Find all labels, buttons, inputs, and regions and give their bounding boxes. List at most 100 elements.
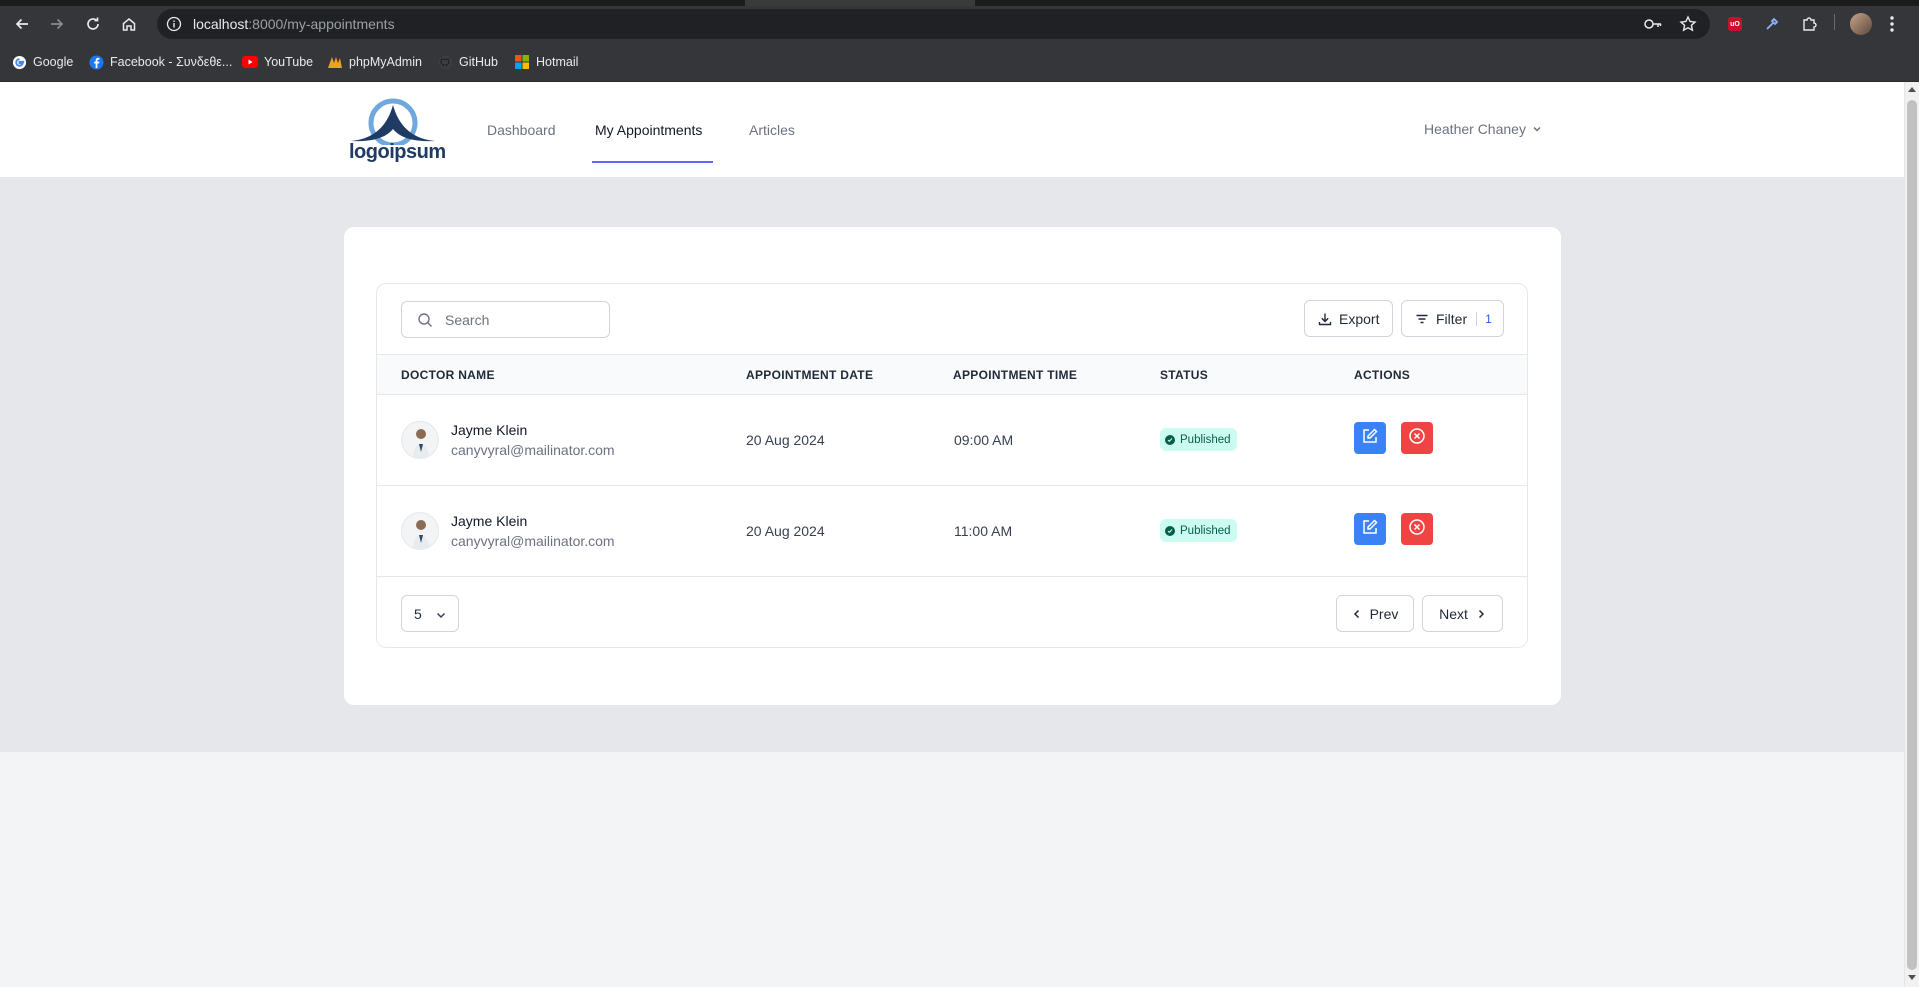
search-input[interactable] — [445, 302, 605, 337]
per-page-select[interactable]: 5 — [401, 595, 459, 632]
bookmarks-bar: Google Facebook - Συνδεθε... YouTube php… — [0, 42, 1919, 82]
home-icon[interactable] — [117, 12, 141, 36]
prev-page-button[interactable]: Prev — [1336, 595, 1414, 632]
filter-count-badge: 1 — [1476, 311, 1492, 326]
close-circle-icon — [1408, 518, 1426, 541]
table-row: Jayme Klein canyvyral@mailinator.com 20 … — [377, 486, 1527, 577]
url-path: :8000/my-appointments — [248, 16, 395, 32]
next-page-button[interactable]: Next — [1422, 595, 1503, 632]
bookmark-star-icon[interactable] — [1679, 15, 1697, 38]
column-header[interactable]: DOCTOR NAME — [401, 368, 495, 382]
appointments-table: Export Filter 1 DOCTOR NAME APPOINTMENT … — [376, 283, 1528, 648]
next-label: Next — [1439, 605, 1468, 622]
youtube-icon — [242, 54, 258, 70]
search-box[interactable] — [401, 301, 610, 338]
column-header[interactable]: APPOINTMENT DATE — [746, 368, 873, 382]
chevron-left-icon — [1352, 606, 1362, 622]
appointment-time: 11:00 AM — [954, 523, 1013, 539]
bookmark-hotmail[interactable]: Hotmail — [514, 53, 578, 71]
bookmark-label: phpMyAdmin — [349, 55, 422, 69]
bookmark-label: Hotmail — [536, 55, 579, 69]
filter-icon — [1415, 312, 1429, 326]
browser-toolbar: localhost:8000/my-appointments uO — [0, 6, 1919, 42]
doctor-avatar — [401, 421, 439, 459]
export-button[interactable]: Export — [1304, 300, 1393, 337]
address-bar[interactable]: localhost:8000/my-appointments — [157, 9, 1710, 39]
check-circle-icon — [1165, 434, 1175, 445]
bookmark-facebook[interactable]: Facebook - Συνδεθε... — [88, 53, 232, 71]
ublock-icon[interactable]: uO — [1723, 12, 1747, 36]
logo-text: logoipsum — [349, 141, 446, 163]
search-icon — [417, 312, 433, 333]
check-circle-icon — [1165, 525, 1175, 536]
microsoft-icon — [514, 54, 530, 70]
chevron-down-icon — [1532, 121, 1542, 137]
bookmark-label: Facebook - Συνδεθε... — [110, 55, 233, 69]
doctor-avatar — [401, 512, 439, 550]
phpmyadmin-icon — [327, 54, 343, 70]
browser-menu-icon[interactable] — [1880, 12, 1904, 36]
per-page-value: 5 — [414, 605, 422, 622]
forward-icon[interactable] — [45, 12, 69, 36]
bookmark-github[interactable]: GitHub — [437, 53, 498, 71]
download-icon — [1318, 312, 1332, 326]
edit-button[interactable] — [1354, 513, 1386, 545]
close-circle-icon — [1408, 427, 1426, 450]
user-name: Heather Chaney — [1424, 121, 1526, 137]
doctor-name: Jayme Klein — [451, 422, 528, 438]
scrollbar-thumb[interactable] — [1907, 100, 1917, 970]
eyedropper-icon[interactable] — [1760, 12, 1784, 36]
column-header: ACTIONS — [1354, 368, 1411, 382]
page-scrollbar[interactable] — [1904, 82, 1919, 987]
bookmark-phpmyadmin[interactable]: phpMyAdmin — [327, 53, 422, 71]
appointment-date: 20 Aug 2024 — [746, 523, 825, 539]
bookmark-label: YouTube — [264, 55, 314, 69]
status-badge: Published — [1160, 428, 1237, 451]
edit-button[interactable] — [1354, 422, 1386, 454]
url-host: localhost — [193, 16, 249, 32]
google-icon — [11, 54, 27, 70]
ublock-badge: uO — [1728, 17, 1742, 31]
doctor-email: canyvyral@mailinator.com — [451, 533, 615, 549]
appointment-time: 09:00 AM — [954, 432, 1014, 448]
nav-my-appointments[interactable]: My Appointments — [595, 122, 702, 138]
address-url[interactable]: localhost:8000/my-appointments — [193, 16, 395, 32]
user-menu[interactable]: Heather Chaney — [1424, 121, 1542, 137]
profile-avatar[interactable] — [1849, 12, 1873, 36]
prev-label: Prev — [1369, 605, 1399, 622]
status-label: Published — [1180, 433, 1231, 446]
doctor-email: canyvyral@mailinator.com — [451, 442, 615, 458]
active-nav-indicator — [592, 161, 713, 163]
cancel-appointment-button[interactable] — [1401, 422, 1433, 454]
export-label: Export — [1339, 310, 1380, 327]
table-row: Jayme Klein canyvyral@mailinator.com 20 … — [377, 395, 1527, 486]
filter-label: Filter — [1436, 310, 1468, 327]
bookmark-label: Google — [33, 55, 74, 69]
filter-button[interactable]: Filter 1 — [1401, 300, 1504, 337]
doctor-name: Jayme Klein — [451, 513, 528, 529]
appointment-date: 20 Aug 2024 — [746, 432, 825, 448]
edit-icon — [1361, 427, 1379, 450]
back-icon[interactable] — [10, 12, 34, 36]
app-header: logoipsum Dashboard My Appointments Arti… — [0, 82, 1904, 178]
reload-icon[interactable] — [81, 12, 105, 36]
column-header[interactable]: APPOINTMENT TIME — [953, 368, 1077, 382]
scroll-up-icon[interactable] — [1908, 87, 1916, 92]
bookmark-label: GitHub — [459, 55, 498, 69]
status-label: Published — [1180, 524, 1231, 537]
edit-icon — [1361, 518, 1379, 541]
site-info-icon[interactable] — [166, 16, 182, 37]
nav-articles[interactable]: Articles — [749, 122, 795, 138]
chevron-right-icon — [1476, 606, 1486, 622]
github-icon — [437, 54, 453, 70]
cancel-appointment-button[interactable] — [1401, 513, 1433, 545]
scroll-down-icon[interactable] — [1908, 975, 1916, 980]
nav-dashboard[interactable]: Dashboard — [487, 122, 556, 138]
toolbar-separator — [1834, 14, 1835, 30]
facebook-icon — [88, 54, 104, 70]
bookmark-youtube[interactable]: YouTube — [242, 53, 313, 71]
extensions-puzzle-icon[interactable] — [1797, 12, 1821, 36]
column-header[interactable]: STATUS — [1160, 368, 1208, 382]
password-key-icon[interactable] — [1643, 15, 1663, 38]
bookmark-google[interactable]: Google — [11, 53, 73, 71]
